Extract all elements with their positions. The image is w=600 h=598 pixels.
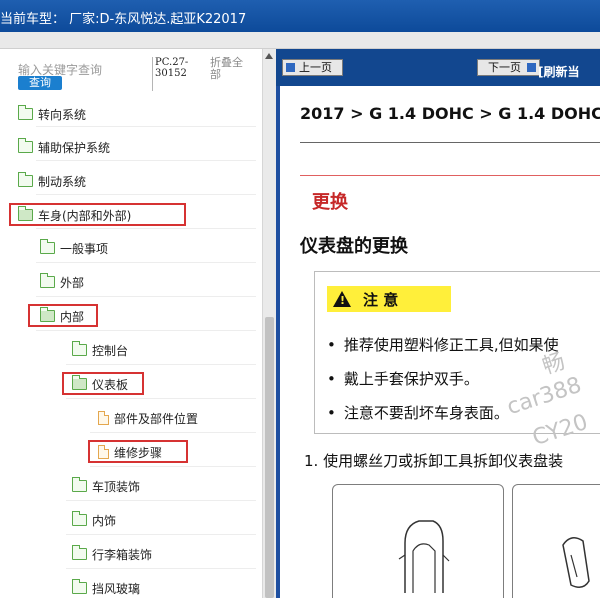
tree-item-safety[interactable]: 辅助保护系统 [18, 137, 110, 157]
tool-illustration-icon [562, 537, 590, 588]
tree-item-label: 内饰 [92, 513, 117, 528]
refresh-link[interactable]: [刷新当 [538, 63, 580, 80]
tree-item-repair-steps[interactable]: 维修步骤 [98, 442, 162, 462]
folder-icon [18, 172, 33, 187]
folder-open-icon [72, 375, 87, 390]
prev-page-label: 上一页 [299, 61, 332, 74]
tree-divider [36, 262, 256, 263]
warning-triangle-icon: ! [333, 291, 351, 307]
tree-item-label: 一般事项 [60, 241, 109, 256]
current-model-title: 当前车型： 厂家:D-东风悦达.起亚K22017 [0, 12, 247, 27]
folder-icon [40, 239, 55, 254]
folder-icon [72, 579, 87, 594]
tree-item-label: 部件及部件位置 [114, 411, 199, 426]
tree-divider [66, 568, 256, 569]
doc-breadcrumb: 2017 > G 1.4 DOHC > G 1.4 DOHC [300, 104, 600, 123]
left-panel: 输入关键字查询 查询 PC.27-30152 折叠全部 转向系统 辅助保护系统 … [0, 49, 262, 598]
tree-item-label: 仪表板 [92, 377, 129, 392]
caution-list: 推荐使用塑料修正工具,但如果使 戴上手套保护双手。 注意不要刮坏车身表面。 [327, 334, 559, 436]
next-page-button[interactable]: 下一页 [477, 59, 540, 76]
pc-code: PC.27-30152 [155, 57, 189, 79]
tree-divider [36, 126, 256, 127]
document-icon [98, 411, 109, 425]
tree-item-components[interactable]: 部件及部件位置 [98, 408, 198, 428]
tree-item-label: 控制台 [92, 343, 129, 358]
tree-divider [66, 534, 256, 535]
folder-icon [18, 105, 33, 120]
tree-item-console[interactable]: 控制台 [72, 340, 128, 360]
tree-item-label: 外部 [60, 275, 85, 290]
tree-item-trunk-trim[interactable]: 行李箱装饰 [72, 544, 152, 564]
tree-item-steering[interactable]: 转向系统 [18, 104, 86, 124]
collapse-all-button[interactable]: 折叠全部 [210, 57, 250, 81]
content-pane: 上一页 下一页 [刷新当 2017 > G 1.4 DOHC > G 1.4 D… [276, 49, 600, 598]
section-title: 更换 [312, 192, 348, 213]
tree-item-headliner[interactable]: 车顶装饰 [72, 476, 140, 496]
tree-divider [36, 296, 256, 297]
scroll-up-arrow-icon[interactable] [265, 53, 273, 59]
illustration-clip [332, 484, 504, 598]
sub-toolbar [0, 32, 600, 49]
scroll-thumb[interactable] [265, 317, 274, 598]
caution-bullet: 推荐使用塑料修正工具,但如果使 [327, 334, 559, 368]
tree-item-windshield[interactable]: 挡风玻璃 [72, 578, 140, 598]
manual-document: 2017 > G 1.4 DOHC > G 1.4 DOHC 更换 仪表盘的更换… [280, 86, 600, 598]
arrow-left-icon [286, 63, 295, 72]
tree-item-label: 制动系统 [38, 174, 87, 189]
tree-item-label: 辅助保护系统 [38, 140, 111, 155]
divider [300, 142, 600, 143]
tree-item-label: 维修步骤 [114, 445, 163, 460]
page-heading: 仪表盘的更换 [300, 236, 408, 257]
tree-divider [66, 398, 256, 399]
caution-label: ! 注 意 [327, 286, 451, 312]
tree-item-label: 行李箱装饰 [92, 547, 153, 562]
folder-icon [72, 341, 87, 356]
search-divider [152, 57, 153, 91]
arrow-right-icon [527, 63, 536, 72]
search-button[interactable]: 查询 [18, 76, 62, 90]
clip-illustration-icon [398, 520, 450, 593]
divider [300, 175, 600, 176]
tree-item-brakes[interactable]: 制动系统 [18, 171, 86, 191]
folder-open-icon [18, 206, 33, 221]
tree-item-label: 内部 [60, 309, 85, 324]
search-area: 输入关键字查询 查询 PC.27-30152 折叠全部 [0, 49, 262, 94]
caution-text: 注 意 [363, 290, 399, 309]
tree-item-general[interactable]: 一般事项 [40, 238, 108, 258]
tree-item-dashboard[interactable]: 仪表板 [72, 374, 128, 394]
folder-icon [72, 511, 87, 526]
folder-icon [72, 545, 87, 560]
tree-divider [66, 500, 256, 501]
tree-item-interior[interactable]: 内部 [40, 306, 84, 326]
step-1: 1. 使用螺丝刀或拆卸工具拆卸仪表盘装 [304, 452, 564, 470]
tree-divider [36, 160, 256, 161]
next-page-label: 下一页 [488, 61, 521, 74]
tree-divider [36, 194, 256, 195]
tree-item-label: 车身(内部和外部) [38, 208, 132, 223]
tree-divider [90, 432, 256, 433]
page-nav-bar: 上一页 下一页 [刷新当 [276, 49, 600, 86]
tree-divider [36, 228, 256, 229]
tree-divider [66, 364, 256, 365]
folder-icon [72, 477, 87, 492]
illustration-tool [512, 484, 600, 598]
document-icon [98, 445, 109, 459]
title-bar: 当前车型： 厂家:D-东风悦达.起亚K22017 [0, 0, 600, 32]
folder-open-icon [40, 307, 55, 322]
prev-page-button[interactable]: 上一页 [282, 59, 343, 76]
folder-icon [40, 273, 55, 288]
tree-divider [36, 330, 256, 331]
tree-scrollbar[interactable] [262, 49, 276, 598]
tree-divider [90, 466, 256, 467]
tree-item-label: 挡风玻璃 [92, 581, 141, 596]
tree-item-trim[interactable]: 内饰 [72, 510, 116, 530]
folder-icon [18, 138, 33, 153]
tree-item-exterior[interactable]: 外部 [40, 272, 84, 292]
tree-item-body[interactable]: 车身(内部和外部) [18, 205, 131, 225]
tree-item-label: 车顶装饰 [92, 479, 141, 494]
tree-item-label: 转向系统 [38, 107, 87, 122]
